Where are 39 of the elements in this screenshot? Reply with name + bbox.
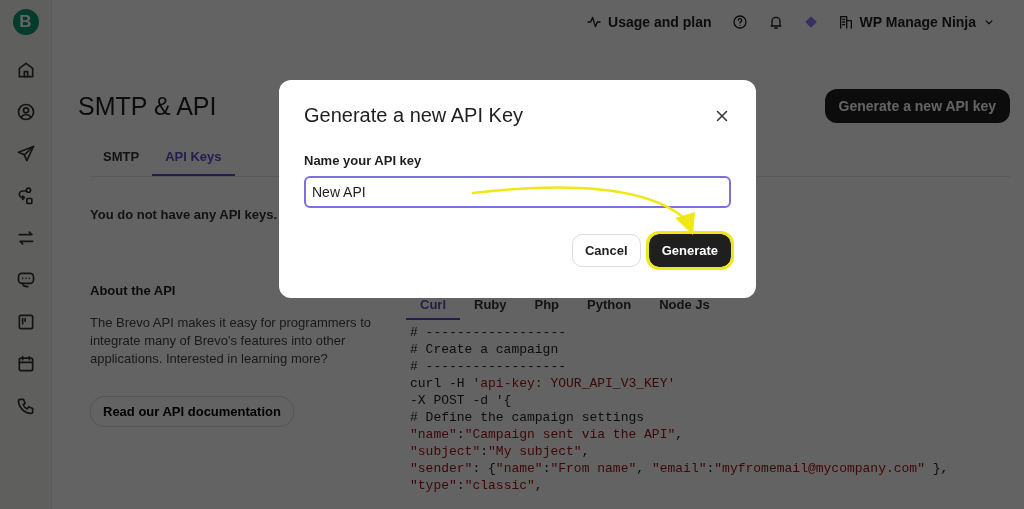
tab[interactable]: API Keys	[152, 139, 235, 176]
code-line: curl -H 'api-key: YOUR_API_V3_KEY'	[410, 376, 676, 391]
input-field[interactable]: New API	[304, 176, 731, 208]
code-line: # ------------------	[410, 359, 567, 374]
building-icon	[837, 14, 854, 30]
generate-key-button[interactable]: Generate a new API key	[824, 89, 1010, 123]
dialog-title: Generate a new API Key	[304, 104, 524, 127]
generate-button[interactable]: Generate	[648, 234, 731, 267]
code-line: # Create a campaign	[410, 342, 559, 357]
code-line: # ------------------	[410, 325, 567, 340]
code-tab[interactable]: Node Js	[645, 295, 724, 320]
section-heading: About the API	[90, 283, 177, 298]
usage-label: Usage and plan	[608, 14, 712, 30]
code-line: "type":"classic",	[410, 478, 543, 493]
pulse-icon	[586, 14, 603, 30]
code-line: -X POST -d '{	[410, 393, 512, 408]
account-menu[interactable]: WP Manage Ninja	[837, 14, 996, 30]
tab[interactable]: SMTP	[90, 139, 153, 176]
send-icon	[15, 144, 36, 164]
user-icon	[15, 102, 36, 122]
cancel-button[interactable]: Cancel	[572, 234, 641, 267]
field-label: Name your API key	[304, 153, 423, 168]
brand-logo[interactable]: B	[12, 9, 39, 35]
phone-icon	[15, 396, 36, 416]
code-tab[interactable]: Php	[520, 295, 574, 320]
chat-icon	[15, 270, 36, 290]
code-line: "subject":"My subject",	[410, 444, 590, 459]
documentation-button[interactable]: Read our API documentation	[90, 396, 294, 427]
code-line: "sender": {"name":"From name", "email":"myfromemail@mycompany.com" },	[410, 461, 949, 476]
description: The Brevo API makes it easy for programmers to integrate many of Brevo's features into other applications. Interested in learning more?	[90, 314, 373, 368]
usage-link[interactable]: Usage and plan	[586, 14, 712, 30]
code-tab[interactable]: Ruby	[460, 295, 521, 320]
page-title: SMTP & API	[78, 91, 217, 121]
help-icon	[731, 14, 748, 30]
code-tab[interactable]: Python	[573, 295, 646, 320]
empty-message: You do not have any API keys.	[90, 207, 278, 222]
account-name: WP Manage Ninja	[859, 14, 976, 30]
code-line: "name":"Campaign sent via the API",	[410, 427, 684, 442]
code-line: # Define the campaign settings	[410, 410, 645, 425]
